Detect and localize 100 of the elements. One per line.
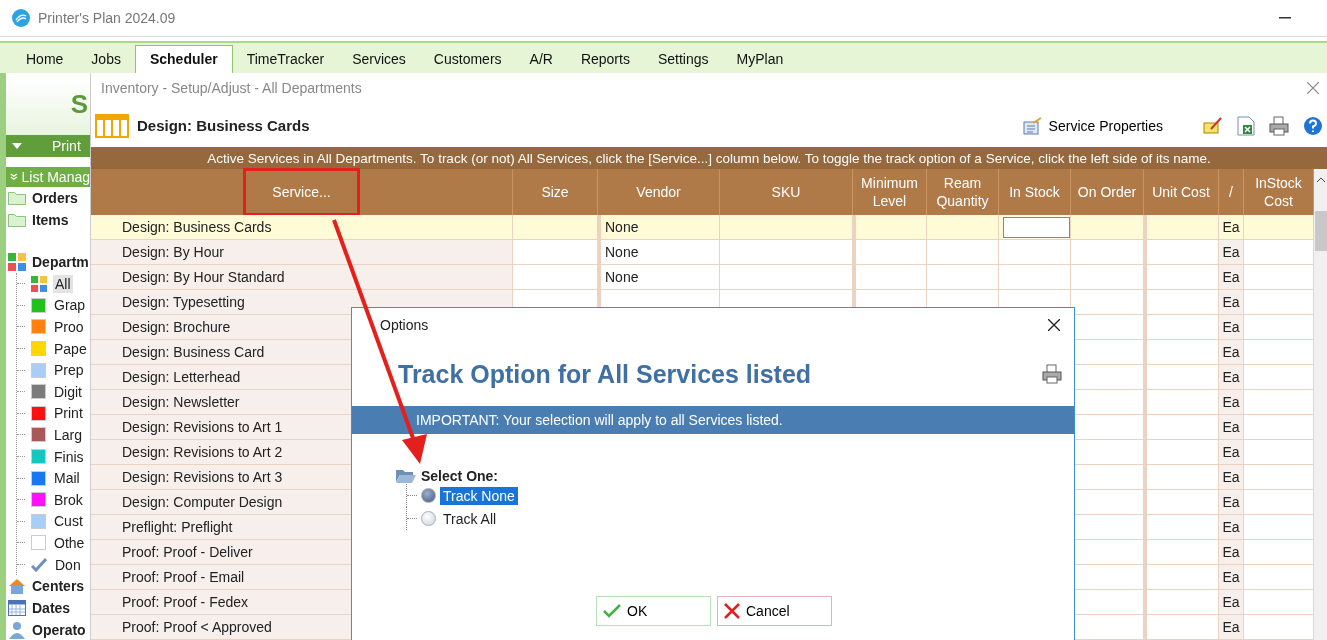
tab[interactable]: Jobs: [77, 46, 135, 73]
tab[interactable]: Customers: [419, 46, 516, 73]
table-cell[interactable]: Design: By Hour Standard: [91, 265, 513, 290]
edit-icon[interactable]: [1203, 116, 1223, 135]
caret-icon: [12, 143, 22, 149]
table-cell: None: [598, 265, 720, 290]
column-header[interactable]: In Stock: [999, 169, 1071, 215]
person-icon: [8, 621, 26, 640]
departments-icon: [31, 275, 47, 292]
department-item[interactable]: Brok: [52, 490, 85, 509]
table-cell[interactable]: Design: By Hour: [91, 240, 513, 265]
sidebar-item[interactable]: Centers: [6, 575, 90, 598]
printer-icon[interactable]: [1042, 364, 1062, 384]
column-header[interactable]: On Order: [1071, 169, 1144, 215]
tab[interactable]: Reports: [566, 46, 644, 73]
spreadsheet-icon[interactable]: [1237, 115, 1255, 136]
table-cell: Ea: [1219, 515, 1244, 540]
department-item[interactable]: Pape: [52, 339, 89, 358]
department-item[interactable]: Othe: [52, 533, 87, 552]
department-item[interactable]: Digit: [52, 382, 84, 401]
tab[interactable]: Settings: [643, 46, 723, 73]
tab[interactable]: A/R: [515, 46, 567, 73]
department-item[interactable]: Finis: [52, 447, 86, 466]
column-header[interactable]: Minimum Level: [853, 169, 927, 215]
department-item[interactable]: Cust: [52, 512, 85, 531]
table-cell: Ea: [1219, 540, 1244, 565]
table-cell: None: [598, 215, 720, 240]
table-cell: Ea: [1219, 415, 1244, 440]
table-cell: Ea: [1219, 290, 1244, 315]
column-header[interactable]: /: [1219, 169, 1244, 215]
scroll-up-icon[interactable]: [1316, 177, 1325, 183]
column-header[interactable]: SKU: [720, 169, 853, 215]
radio-button[interactable]: [421, 511, 436, 526]
table-cell: Ea: [1219, 240, 1244, 265]
service-title: Design: Business Cards: [137, 117, 310, 135]
table-cell[interactable]: Design: Business Cards: [91, 215, 513, 240]
department-item[interactable]: Mail: [52, 469, 82, 488]
scrollbar-thumb[interactable]: [1314, 211, 1327, 251]
table-cell: Ea: [1219, 315, 1244, 340]
department-item[interactable]: Proo: [52, 318, 86, 336]
column-header[interactable]: InStock Cost: [1244, 169, 1314, 215]
folder-icon: [8, 213, 26, 227]
column-header[interactable]: Vendor: [598, 169, 720, 215]
department-item[interactable]: Grap: [52, 296, 88, 315]
column-header[interactable]: Unit Cost: [1144, 169, 1219, 215]
group-label: Select One:: [421, 468, 499, 484]
radio-button[interactable]: [421, 488, 436, 503]
tab[interactable]: MyPlan: [722, 46, 798, 73]
sidebar-item[interactable]: Departm: [6, 251, 90, 273]
column-header[interactable]: Service...: [91, 169, 513, 215]
calendar-icon: [8, 600, 26, 617]
checkmark-icon: [603, 603, 621, 619]
table-cell: None: [598, 240, 720, 265]
notice-bar: IMPORTANT: Your selection will apply to all Services listed.: [352, 406, 1074, 434]
department-item[interactable]: All: [53, 274, 73, 293]
checkmark-icon: [31, 557, 47, 572]
sidebar-item[interactable]: Items: [6, 209, 90, 231]
cancel-button[interactable]: Cancel: [717, 596, 832, 626]
table-cell: Ea: [1219, 465, 1244, 490]
printer-icon[interactable]: [1269, 115, 1289, 136]
department-item[interactable]: Print: [52, 404, 85, 423]
ok-button[interactable]: OK: [596, 596, 711, 626]
radio-option[interactable]: Track None: [440, 486, 518, 505]
tab[interactable]: Scheduler: [134, 45, 233, 73]
department-item[interactable]: Prep: [52, 361, 86, 380]
table-cell: Ea: [1219, 390, 1244, 415]
sidebar-item[interactable]: Orders: [6, 187, 90, 209]
app-logo-icon: [12, 9, 30, 27]
scrollbar[interactable]: [1314, 169, 1327, 640]
chevron-icon: [10, 172, 18, 182]
table-cell: Ea: [1219, 265, 1244, 290]
department-item[interactable]: Larg: [52, 425, 85, 444]
properties-icon: [1022, 116, 1043, 135]
column-header[interactable]: Ream Quantity: [927, 169, 999, 215]
minimize-icon[interactable]: [1279, 17, 1291, 19]
table-cell: Ea: [1219, 365, 1244, 390]
sidebar-item[interactable]: Dates: [6, 597, 90, 620]
sidebar-item[interactable]: Operato: [6, 619, 90, 640]
house-icon: [8, 577, 26, 596]
departments-icon: [8, 253, 26, 271]
service-properties-button[interactable]: Service Properties: [1016, 115, 1169, 136]
info-banner: Active Services in All Departments. To track (or not) All Services, click the [Service...] column below. To toggle the track option of a Service, click the left side of its name.: [91, 147, 1327, 169]
help-icon[interactable]: [1303, 115, 1323, 136]
table-cell: Ea: [1219, 340, 1244, 365]
window-title: Printer's Plan 2024.09: [38, 10, 176, 26]
department-item[interactable]: Don: [53, 555, 83, 574]
close-icon[interactable]: [1048, 319, 1060, 331]
close-icon: [724, 603, 740, 619]
tab[interactable]: Home: [12, 46, 78, 73]
table-cell: Ea: [1219, 440, 1244, 465]
tab[interactable]: TimeTracker: [232, 46, 339, 73]
dialog-title: Options: [380, 317, 429, 333]
tab[interactable]: Services: [338, 46, 420, 73]
banner-letter: S: [70, 89, 88, 120]
table-cell: Ea: [1219, 565, 1244, 590]
table-icon: [95, 113, 129, 138]
table-cell: Ea: [1219, 215, 1244, 240]
column-header[interactable]: Size: [513, 169, 598, 215]
table-cell: Ea: [1219, 615, 1244, 640]
folder-icon: [8, 191, 26, 205]
